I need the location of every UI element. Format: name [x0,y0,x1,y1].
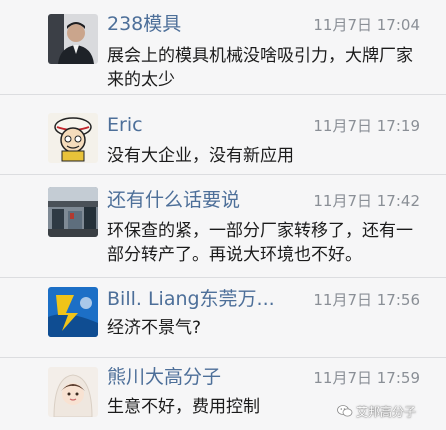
comment-text: 经济不景气? [107,318,202,338]
avatar-cartoon-icon[interactable] [48,113,98,163]
comment-time: 11月7日 17:59 [313,369,420,387]
avatar-girl-icon[interactable] [48,367,98,417]
avatar-factory-icon[interactable] [48,187,98,237]
comment-time: 11月7日 17:19 [313,117,420,135]
avatar-man-suit-icon[interactable] [48,14,98,64]
comment-time: 11月7日 17:56 [313,291,420,309]
comment-text: 没有大企业，没有新应用 [107,146,294,166]
comment-list: 238模具 11月7日 17:04 展会上的模具机械没啥吸引力，大牌厂家来的太少… [0,0,446,430]
comment-item: Bill. Liang东莞万... 11月7日 17:56 经济不景气? [0,278,446,358]
comment-item: 还有什么话要说 11月7日 17:42 环保查的紧，一部分厂家转移了，还有一部分… [0,175,446,278]
comment-time: 11月7日 17:42 [313,192,420,210]
wechat-icon [337,404,353,418]
comment-author[interactable]: Eric [107,114,143,136]
avatar-blue-logo-icon[interactable] [48,287,98,337]
comment-author[interactable]: 还有什么话要说 [107,189,240,211]
comment-time: 11月7日 17:04 [313,16,420,34]
comment-author[interactable]: 238模具 [107,13,181,35]
comment-item: 238模具 11月7日 17:04 展会上的模具机械没啥吸引力，大牌厂家来的太少 [0,0,446,95]
comment-item: Eric 11月7日 17:19 没有大企业，没有新应用 [0,95,446,175]
watermark: 艾邦高分子 [337,401,416,421]
comment-author[interactable]: Bill. Liang东莞万... [107,288,275,310]
comment-text: 环保查的紧，一部分厂家转移了，还有一部分转产了。再说大环境也不好。 [107,221,413,265]
comment-text: 展会上的模具机械没啥吸引力，大牌厂家来的太少 [107,46,413,90]
watermark-text: 艾邦高分子 [356,404,417,419]
comment-author[interactable]: 熊川大高分子 [107,366,221,388]
